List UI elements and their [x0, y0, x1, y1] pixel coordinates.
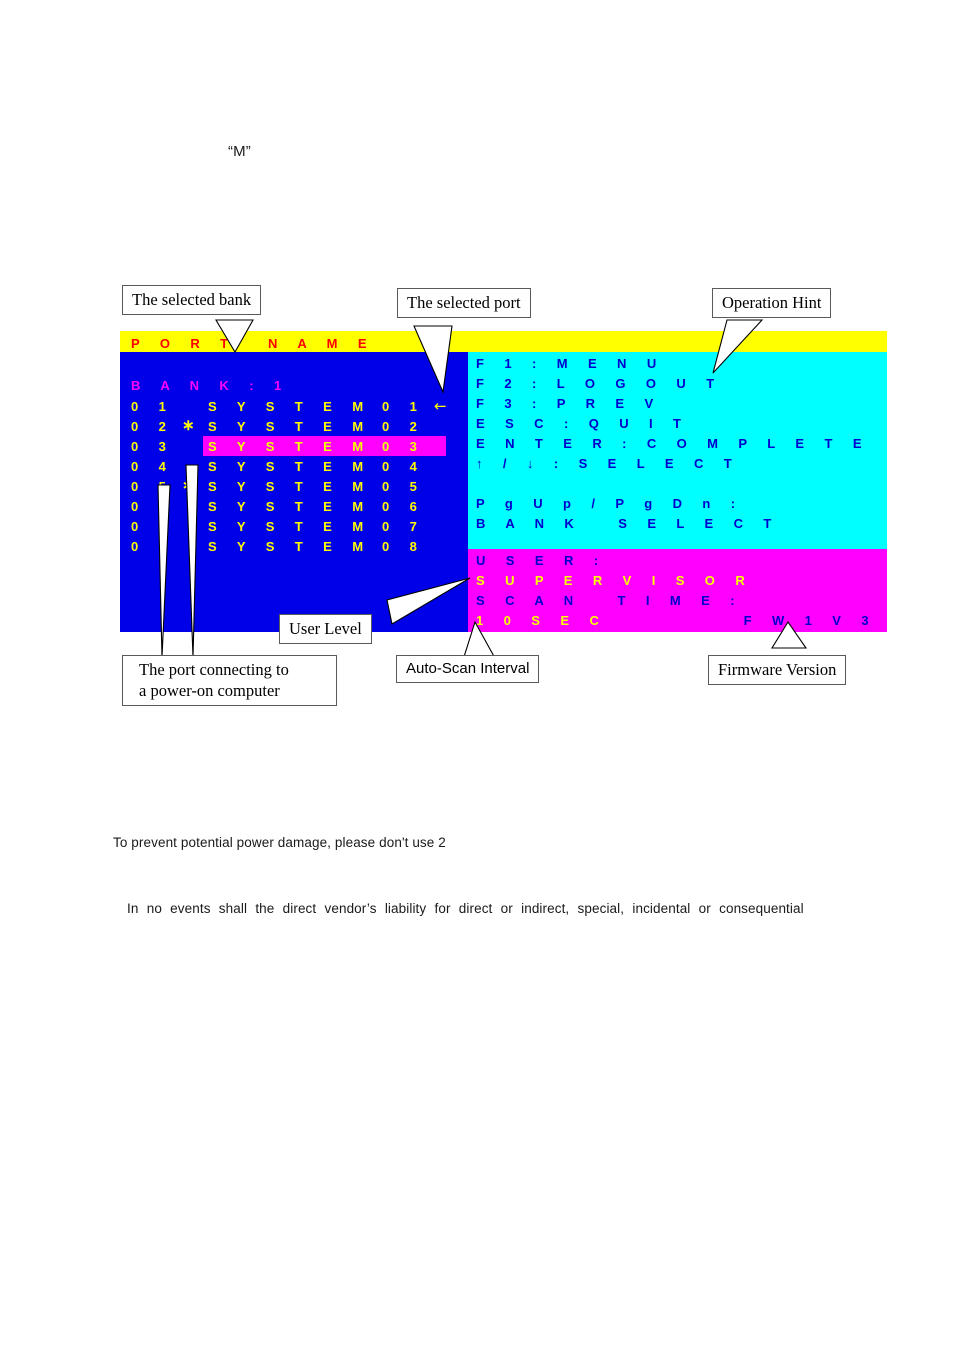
callout-power-on-port: The port connecting to a power-on comput… — [122, 655, 337, 707]
osd-port-name: S Y S T E M — [208, 459, 372, 474]
osd-header-name-label: N A M E — [268, 336, 375, 351]
osd-port-number: 0 1 — [131, 399, 175, 414]
callout-power-on-port-line2: a power-on computer — [139, 681, 280, 701]
osd-port-row[interactable]: 0 7 S Y S T E M 0 7 — [120, 516, 464, 536]
callout-operation-hint: Operation Hint — [712, 288, 832, 319]
liability-paragraph: In no events shall the direct vendor’s l… — [127, 901, 804, 916]
osd-port-number: 0 5 — [131, 479, 175, 494]
osd-port-number: 0 3 — [131, 439, 175, 454]
osd-port-id: 0 8 — [382, 539, 426, 554]
osd-port-row[interactable]: 0 5 ∗ S Y S T E M 0 5 — [120, 476, 464, 496]
osd-hint-line: E S C : Q U I T — [476, 416, 690, 431]
osd-hint-line: E N T E R : C O M P L E T E — [476, 436, 870, 451]
osd-port-id: 0 7 — [382, 519, 426, 534]
osd-port-number: 0 7 — [131, 519, 175, 534]
osd-firmware-version: F W 1 V 3 — [743, 613, 877, 628]
osd-hint-line: F 3 : P R E V — [476, 396, 662, 411]
osd-port-name: S Y S T E M — [208, 399, 372, 414]
osd-panel-divider — [464, 352, 468, 632]
osd-screen: P O R T N A M E B A N K : 1 0 1 S Y S T E… — [120, 331, 887, 632]
osd-port-id: 0 1 — [382, 399, 426, 414]
power-damage-warning: To prevent potential power damage, pleas… — [113, 835, 446, 850]
osd-user-value: S U P E R V I S O R — [476, 573, 754, 588]
osd-port-name: S Y S T E M — [208, 439, 372, 454]
osd-hint-line: P g U p / P g D n : — [476, 496, 744, 511]
osd-scan-label: S C A N T I M E : — [476, 593, 743, 608]
osd-port-row[interactable]: 0 6 S Y S T E M 0 6 — [120, 496, 464, 516]
osd-port-name: S Y S T E M — [208, 479, 372, 494]
osd-header-port-label: P O R T — [131, 336, 237, 351]
osd-port-row[interactable]: 0 1 S Y S T E M 0 1 ← — [120, 396, 464, 416]
callout-auto-scan-interval: Auto-Scan Interval — [396, 655, 540, 684]
osd-port-row[interactable]: 0 8 S Y S T E M 0 8 — [120, 536, 464, 556]
osd-scan-value: 1 0 S E C — [476, 613, 608, 628]
osd-port-list-panel: B A N K : 1 0 1 S Y S T E M 0 1 ← 0 2 ∗ S Y S … — [120, 352, 464, 632]
osd-port-id: 0 4 — [382, 459, 426, 474]
osd-hint-line: F 2 : L O G O U T — [476, 376, 723, 391]
osd-header-bar: P O R T N A M E — [120, 331, 887, 352]
callout-firmware-version: Firmware Version — [708, 655, 847, 686]
power-on-marker-icon: ∗ — [182, 477, 195, 494]
osd-port-number: 0 6 — [131, 499, 175, 514]
osd-port-id: 0 3 — [382, 439, 426, 454]
osd-hint-line: F 1 : M E N U — [476, 356, 665, 371]
osd-port-name: S Y S T E M — [208, 499, 372, 514]
osd-bank-indicator: B A N K : 1 — [131, 378, 290, 393]
osd-port-row[interactable]: 0 2 ∗ S Y S T E M 0 2 — [120, 416, 464, 436]
osd-port-number: 0 2 — [131, 419, 175, 434]
osd-port-name: S Y S T E M — [208, 419, 372, 434]
osd-operation-hint-panel: F 1 : M E N U F 2 : L O G O U T F 3 : P R … — [464, 352, 887, 549]
quote-m-text: “M” — [228, 143, 251, 160]
osd-port-name: S Y S T E M — [208, 519, 372, 534]
osd-hint-line: B A N K S E L E C T — [476, 516, 780, 531]
osd-port-id: 0 5 — [382, 479, 426, 494]
selected-port-arrow-icon: ← — [434, 397, 447, 415]
osd-hint-line: ↑ / ↓ : S E L E C T — [476, 456, 741, 471]
osd-port-name: S Y S T E M — [208, 539, 372, 554]
osd-user-label: U S E R : — [476, 553, 607, 568]
osd-status-panel: U S E R : S U P E R V I S O R S C A N T … — [464, 549, 887, 632]
callout-selected-port: The selected port — [397, 288, 531, 319]
power-on-marker-icon: ∗ — [182, 417, 195, 434]
callout-power-on-port-line1: The port connecting to — [139, 660, 289, 679]
osd-port-id: 0 2 — [382, 419, 426, 434]
osd-port-number: 0 8 — [131, 539, 175, 554]
osd-port-row[interactable]: 0 3 S Y S T E M 0 3 — [120, 436, 464, 456]
osd-port-number: 0 4 — [131, 459, 175, 474]
osd-port-id: 0 6 — [382, 499, 426, 514]
callout-user-level: User Level — [279, 614, 372, 645]
osd-port-row[interactable]: 0 4 S Y S T E M 0 4 — [120, 456, 464, 476]
callout-selected-bank: The selected bank — [122, 285, 262, 316]
